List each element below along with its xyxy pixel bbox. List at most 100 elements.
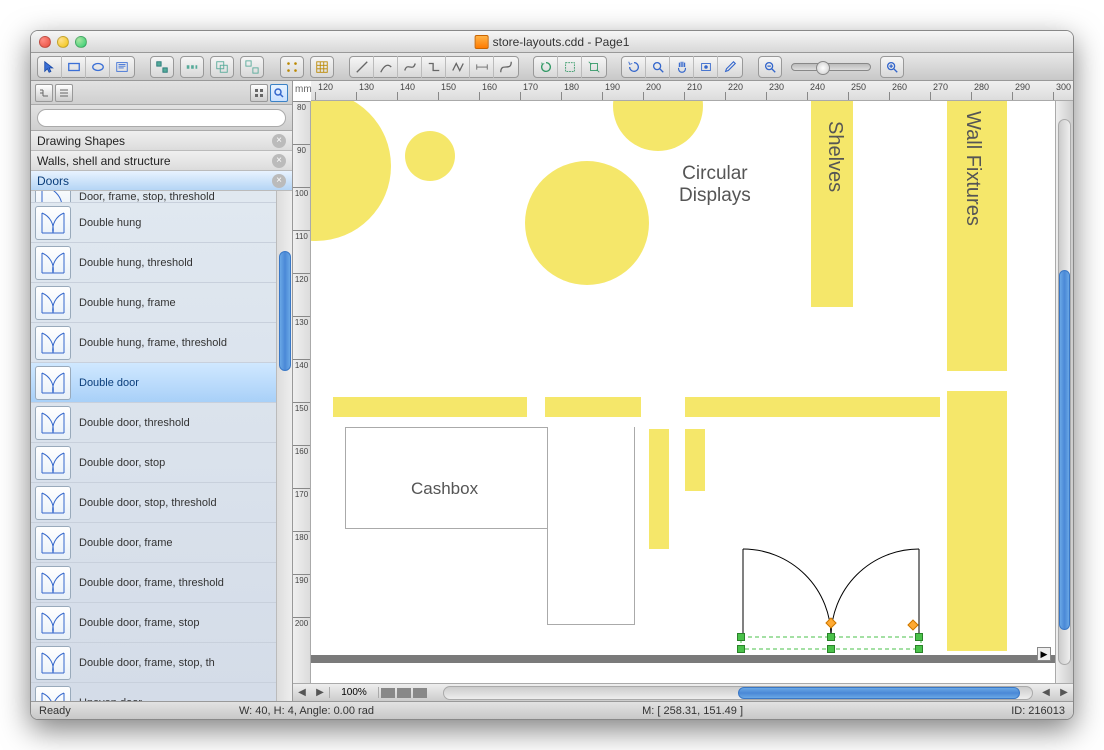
handle-se[interactable] [915, 645, 923, 653]
sidebar-scroll-thumb[interactable] [279, 251, 291, 371]
canvas[interactable]: Shelves Wall Fixtures Circular Displays … [311, 101, 1073, 683]
pan-tool[interactable] [670, 56, 694, 78]
zoom-tool[interactable] [646, 56, 670, 78]
rectangle-tool[interactable] [62, 56, 86, 78]
shape-thumb [35, 486, 71, 520]
shape-label: Double door, frame, stop [79, 617, 199, 629]
page-prev-button[interactable]: ◀ [293, 684, 311, 702]
vertical-ruler[interactable]: 8090100110120130140150160170180190200 [293, 101, 311, 683]
shape-label: Double door, stop, threshold [79, 497, 217, 509]
shelves-label: Shelves [823, 121, 846, 192]
window-controls [39, 36, 87, 48]
shape-item[interactable]: Double hung [31, 203, 292, 243]
scroll-left-button[interactable]: ◀ [1037, 684, 1055, 702]
shape-item[interactable]: Double door, stop [31, 443, 292, 483]
arc-tool[interactable] [374, 56, 398, 78]
pointer-tool[interactable] [38, 56, 62, 78]
close-category-icon[interactable]: × [272, 154, 286, 168]
shape-item[interactable]: Double hung, frame [31, 283, 292, 323]
close-window-button[interactable] [39, 36, 51, 48]
connector-tool[interactable] [422, 56, 446, 78]
hscroll-thumb[interactable] [738, 687, 1020, 699]
rotate-tool[interactable] [534, 56, 558, 78]
shape-item[interactable]: Door, frame, stop, threshold [31, 191, 292, 203]
zoom-window-button[interactable] [75, 36, 87, 48]
dimension-tool[interactable] [470, 56, 494, 78]
circle-display-4[interactable] [311, 101, 391, 241]
sidebar-tree-icon[interactable] [35, 84, 53, 102]
group-tool[interactable] [210, 56, 234, 78]
shape-item[interactable]: Double hung, threshold [31, 243, 292, 283]
horizontal-scrollbar[interactable] [443, 686, 1033, 700]
circle-display-2[interactable] [525, 161, 649, 285]
shape-item[interactable]: Double hung, frame, threshold [31, 323, 292, 363]
shape-thumb [35, 686, 71, 702]
selected-double-door[interactable] [741, 549, 921, 659]
circle-display-1[interactable] [405, 131, 455, 181]
spline-tool[interactable] [398, 56, 422, 78]
minimize-window-button[interactable] [57, 36, 69, 48]
crop-tool[interactable] [558, 56, 582, 78]
zoom-value[interactable]: 100% [329, 687, 379, 698]
circle-display-3[interactable] [613, 101, 703, 151]
handle-s[interactable] [827, 645, 835, 653]
counter-3[interactable] [649, 429, 669, 549]
eyedropper-tool[interactable] [718, 56, 742, 78]
shape-item[interactable]: Double door, stop, threshold [31, 483, 292, 523]
shape-item[interactable]: Double door, frame, stop [31, 603, 292, 643]
shape-item[interactable]: Uneven door [31, 683, 292, 701]
vscroll-thumb[interactable] [1059, 270, 1070, 630]
handle-sw[interactable] [737, 645, 745, 653]
snap-tool[interactable] [280, 56, 304, 78]
zoom-in-button[interactable] [880, 56, 904, 78]
counter-1[interactable] [333, 397, 527, 417]
search-input[interactable] [37, 109, 286, 127]
shape-label: Double door, frame, stop, th [79, 657, 215, 669]
polyline-tool[interactable] [446, 56, 470, 78]
shape-thumb [35, 366, 71, 400]
counter-4[interactable] [685, 397, 940, 417]
handle-e[interactable] [915, 633, 923, 641]
line-tool[interactable] [350, 56, 374, 78]
shape-item[interactable]: Double door, frame, threshold [31, 563, 292, 603]
wall-fixtures-bottom[interactable] [947, 391, 1007, 651]
sidebar-grid-icon[interactable] [250, 84, 268, 102]
scale-tool[interactable] [582, 56, 606, 78]
category-doors[interactable]: Doors× [31, 171, 292, 191]
sidebar-search-icon[interactable] [270, 84, 288, 102]
text-tool[interactable] [110, 56, 134, 78]
shape-item[interactable]: Double door, threshold [31, 403, 292, 443]
refresh-tool[interactable] [622, 56, 646, 78]
handle-c[interactable] [827, 633, 835, 641]
grid-tool[interactable] [310, 56, 334, 78]
sidebar-scrollbar[interactable] [276, 191, 292, 701]
counter-5[interactable] [685, 429, 705, 491]
shape-item[interactable]: Double door, frame [31, 523, 292, 563]
zoom-out-button[interactable] [758, 56, 782, 78]
handle-w[interactable] [737, 633, 745, 641]
shape-item[interactable]: Double door [31, 363, 292, 403]
titlebar: store-layouts.cdd - Page1 [31, 31, 1073, 53]
page-tabs[interactable] [379, 686, 439, 700]
window-title: store-layouts.cdd - Page1 [475, 35, 630, 49]
select-area-tool[interactable] [694, 56, 718, 78]
align-tool[interactable] [150, 56, 174, 78]
vertical-scrollbar[interactable] [1055, 101, 1073, 683]
category-walls-shell-and-structure[interactable]: Walls, shell and structure× [31, 151, 292, 171]
page-next-button[interactable]: ▶ [311, 684, 329, 702]
counter-2[interactable] [545, 397, 641, 417]
ungroup-tool[interactable] [240, 56, 264, 78]
zoom-slider[interactable] [791, 63, 871, 71]
shape-item[interactable]: Double door, frame, stop, th [31, 643, 292, 683]
distribute-tool[interactable] [180, 56, 204, 78]
ellipse-tool[interactable] [86, 56, 110, 78]
bezier-tool[interactable] [494, 56, 518, 78]
sidebar-list-icon[interactable] [55, 84, 73, 102]
close-category-icon[interactable]: × [272, 134, 286, 148]
scroll-right-button[interactable]: ▶ [1055, 684, 1073, 702]
close-category-icon[interactable]: × [272, 174, 286, 188]
horizontal-ruler[interactable]: 1201301401501601701801902002102202302402… [311, 81, 1073, 101]
cashbox-right[interactable] [547, 427, 635, 625]
share-icon[interactable]: ▶ [1037, 647, 1051, 661]
category-drawing-shapes[interactable]: Drawing Shapes× [31, 131, 292, 151]
